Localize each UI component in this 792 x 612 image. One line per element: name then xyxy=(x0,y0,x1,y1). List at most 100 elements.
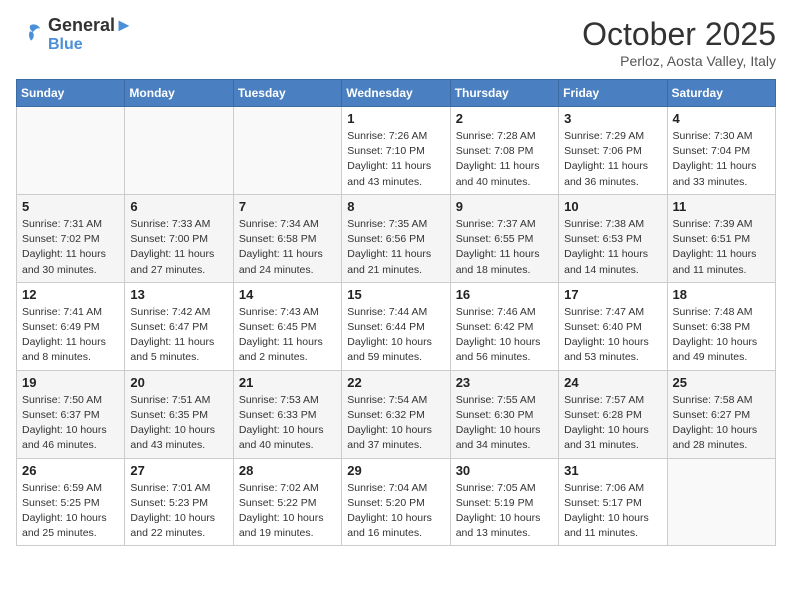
weekday-header: Monday xyxy=(125,80,233,107)
day-info: Sunrise: 7:01 AM Sunset: 5:23 PM Dayligh… xyxy=(130,481,227,542)
calendar-cell: 20 Sunrise: 7:51 AM Sunset: 6:35 PM Dayli… xyxy=(125,370,233,458)
day-info: Sunrise: 7:48 AM Sunset: 6:38 PM Dayligh… xyxy=(673,305,770,366)
day-number: 26 xyxy=(22,463,119,478)
calendar-cell: 30 Sunrise: 7:05 AM Sunset: 5:19 PM Dayli… xyxy=(450,458,558,546)
month-title: October 2025 xyxy=(582,16,776,53)
calendar-cell: 7 Sunrise: 7:34 AM Sunset: 6:58 PM Daylig… xyxy=(233,194,341,282)
day-number: 28 xyxy=(239,463,336,478)
day-info: Sunrise: 7:41 AM Sunset: 6:49 PM Dayligh… xyxy=(22,305,119,366)
day-number: 3 xyxy=(564,111,661,126)
calendar-cell: 16 Sunrise: 7:46 AM Sunset: 6:42 PM Dayli… xyxy=(450,282,558,370)
calendar-cell: 22 Sunrise: 7:54 AM Sunset: 6:32 PM Dayli… xyxy=(342,370,450,458)
day-info: Sunrise: 7:31 AM Sunset: 7:02 PM Dayligh… xyxy=(22,217,119,278)
day-number: 9 xyxy=(456,199,553,214)
day-info: Sunrise: 7:55 AM Sunset: 6:30 PM Dayligh… xyxy=(456,393,553,454)
weekday-header: Sunday xyxy=(17,80,125,107)
calendar-week-row: 19 Sunrise: 7:50 AM Sunset: 6:37 PM Dayli… xyxy=(17,370,776,458)
day-number: 15 xyxy=(347,287,444,302)
calendar-cell: 1 Sunrise: 7:26 AM Sunset: 7:10 PM Daylig… xyxy=(342,107,450,195)
calendar-week-row: 1 Sunrise: 7:26 AM Sunset: 7:10 PM Daylig… xyxy=(17,107,776,195)
calendar-cell xyxy=(233,107,341,195)
day-info: Sunrise: 7:47 AM Sunset: 6:40 PM Dayligh… xyxy=(564,305,661,366)
calendar-cell: 23 Sunrise: 7:55 AM Sunset: 6:30 PM Dayli… xyxy=(450,370,558,458)
day-info: Sunrise: 7:38 AM Sunset: 6:53 PM Dayligh… xyxy=(564,217,661,278)
calendar-week-row: 12Sunrise: 7:41 AM Sunset: 6:49 PM Dayli… xyxy=(17,282,776,370)
calendar-cell: 8Sunrise: 7:35 AM Sunset: 6:56 PM Daylig… xyxy=(342,194,450,282)
calendar-cell: 17 Sunrise: 7:47 AM Sunset: 6:40 PM Dayli… xyxy=(559,282,667,370)
calendar-cell: 13 Sunrise: 7:42 AM Sunset: 6:47 PM Dayli… xyxy=(125,282,233,370)
day-number: 5 xyxy=(22,199,119,214)
calendar-cell: 6Sunrise: 7:33 AM Sunset: 7:00 PM Daylig… xyxy=(125,194,233,282)
day-number: 29 xyxy=(347,463,444,478)
logo-icon xyxy=(16,21,44,49)
calendar-week-row: 5 Sunrise: 7:31 AM Sunset: 7:02 PM Daylig… xyxy=(17,194,776,282)
day-info: Sunrise: 7:39 AM Sunset: 6:51 PM Dayligh… xyxy=(673,217,770,278)
calendar-cell: 2 Sunrise: 7:28 AM Sunset: 7:08 PM Daylig… xyxy=(450,107,558,195)
day-info: Sunrise: 7:43 AM Sunset: 6:45 PM Dayligh… xyxy=(239,305,336,366)
weekday-header: Friday xyxy=(559,80,667,107)
day-number: 11 xyxy=(673,199,770,214)
day-number: 30 xyxy=(456,463,553,478)
day-info: Sunrise: 7:50 AM Sunset: 6:37 PM Dayligh… xyxy=(22,393,119,454)
day-info: Sunrise: 7:05 AM Sunset: 5:19 PM Dayligh… xyxy=(456,481,553,542)
day-number: 1 xyxy=(347,111,444,126)
day-info: Sunrise: 7:29 AM Sunset: 7:06 PM Dayligh… xyxy=(564,129,661,190)
day-number: 21 xyxy=(239,375,336,390)
day-number: 22 xyxy=(347,375,444,390)
calendar-cell: 5 Sunrise: 7:31 AM Sunset: 7:02 PM Daylig… xyxy=(17,194,125,282)
day-info: Sunrise: 7:35 AM Sunset: 6:56 PM Dayligh… xyxy=(347,217,444,278)
day-info: Sunrise: 7:06 AM Sunset: 5:17 PM Dayligh… xyxy=(564,481,661,542)
day-info: Sunrise: 7:04 AM Sunset: 5:20 PM Dayligh… xyxy=(347,481,444,542)
calendar-cell xyxy=(125,107,233,195)
day-number: 10 xyxy=(564,199,661,214)
day-info: Sunrise: 7:46 AM Sunset: 6:42 PM Dayligh… xyxy=(456,305,553,366)
day-number: 31 xyxy=(564,463,661,478)
weekday-header: Saturday xyxy=(667,80,775,107)
day-info: Sunrise: 7:02 AM Sunset: 5:22 PM Dayligh… xyxy=(239,481,336,542)
calendar-cell: 25Sunrise: 7:58 AM Sunset: 6:27 PM Dayli… xyxy=(667,370,775,458)
day-info: Sunrise: 7:30 AM Sunset: 7:04 PM Dayligh… xyxy=(673,129,770,190)
day-number: 16 xyxy=(456,287,553,302)
day-info: Sunrise: 7:37 AM Sunset: 6:55 PM Dayligh… xyxy=(456,217,553,278)
calendar-cell: 3 Sunrise: 7:29 AM Sunset: 7:06 PM Daylig… xyxy=(559,107,667,195)
day-info: Sunrise: 7:54 AM Sunset: 6:32 PM Dayligh… xyxy=(347,393,444,454)
day-info: Sunrise: 7:42 AM Sunset: 6:47 PM Dayligh… xyxy=(130,305,227,366)
calendar-cell: 15Sunrise: 7:44 AM Sunset: 6:44 PM Dayli… xyxy=(342,282,450,370)
calendar-cell: 9 Sunrise: 7:37 AM Sunset: 6:55 PM Daylig… xyxy=(450,194,558,282)
calendar-cell: 12Sunrise: 7:41 AM Sunset: 6:49 PM Dayli… xyxy=(17,282,125,370)
day-info: Sunrise: 7:34 AM Sunset: 6:58 PM Dayligh… xyxy=(239,217,336,278)
title-block: October 2025 Perloz, Aosta Valley, Italy xyxy=(582,16,776,69)
calendar-table: SundayMondayTuesdayWednesdayThursdayFrid… xyxy=(16,79,776,546)
page-header: General► Blue October 2025 Perloz, Aosta… xyxy=(16,16,776,69)
day-number: 13 xyxy=(130,287,227,302)
logo: General► Blue xyxy=(16,16,133,53)
calendar-cell: 4 Sunrise: 7:30 AM Sunset: 7:04 PM Daylig… xyxy=(667,107,775,195)
calendar-cell: 29 Sunrise: 7:04 AM Sunset: 5:20 PM Dayli… xyxy=(342,458,450,546)
calendar-cell xyxy=(667,458,775,546)
day-number: 4 xyxy=(673,111,770,126)
calendar-cell: 11 Sunrise: 7:39 AM Sunset: 6:51 PM Dayli… xyxy=(667,194,775,282)
calendar-week-row: 26 Sunrise: 6:59 AM Sunset: 5:25 PM Dayli… xyxy=(17,458,776,546)
day-number: 2 xyxy=(456,111,553,126)
day-number: 20 xyxy=(130,375,227,390)
day-number: 14 xyxy=(239,287,336,302)
day-info: Sunrise: 7:26 AM Sunset: 7:10 PM Dayligh… xyxy=(347,129,444,190)
calendar-cell: 14 Sunrise: 7:43 AM Sunset: 6:45 PM Dayli… xyxy=(233,282,341,370)
calendar-cell: 19 Sunrise: 7:50 AM Sunset: 6:37 PM Dayli… xyxy=(17,370,125,458)
day-info: Sunrise: 7:33 AM Sunset: 7:00 PM Dayligh… xyxy=(130,217,227,278)
day-info: Sunrise: 7:51 AM Sunset: 6:35 PM Dayligh… xyxy=(130,393,227,454)
day-number: 7 xyxy=(239,199,336,214)
day-info: Sunrise: 6:59 AM Sunset: 5:25 PM Dayligh… xyxy=(22,481,119,542)
logo-line2: Blue xyxy=(48,36,133,54)
day-number: 17 xyxy=(564,287,661,302)
weekday-header: Tuesday xyxy=(233,80,341,107)
calendar-cell: 27Sunrise: 7:01 AM Sunset: 5:23 PM Dayli… xyxy=(125,458,233,546)
day-number: 18 xyxy=(673,287,770,302)
day-number: 19 xyxy=(22,375,119,390)
calendar-cell: 18 Sunrise: 7:48 AM Sunset: 6:38 PM Dayli… xyxy=(667,282,775,370)
day-info: Sunrise: 7:53 AM Sunset: 6:33 PM Dayligh… xyxy=(239,393,336,454)
weekday-header: Thursday xyxy=(450,80,558,107)
day-number: 23 xyxy=(456,375,553,390)
day-info: Sunrise: 7:28 AM Sunset: 7:08 PM Dayligh… xyxy=(456,129,553,190)
day-info: Sunrise: 7:57 AM Sunset: 6:28 PM Dayligh… xyxy=(564,393,661,454)
